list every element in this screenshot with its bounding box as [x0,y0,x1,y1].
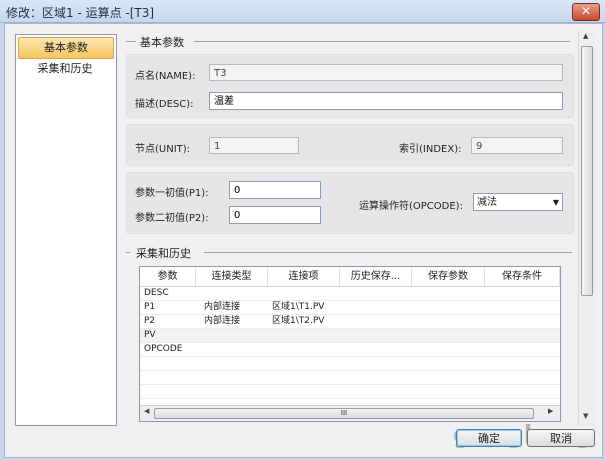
group-unit: 节点(UNIT): 1 索引(INDEX): 9 [126,124,574,166]
scroll-thumb[interactable]: III [154,408,534,419]
opcode-value: 减法 [477,197,497,208]
table-cell: 内部连接 [204,316,241,326]
index-field: 9 [471,137,563,154]
table-row[interactable]: P1 内部连接 区域1\T1.PV [140,301,560,315]
group-name: 点名(NAME): T3 描述(DESC): 温差 [126,54,574,118]
nav-item-basic[interactable]: 基本参数 [18,37,114,59]
index-label: 索引(INDEX): [399,144,462,155]
table-cell: 内部连接 [204,302,241,312]
title-bar: 修改：区域1 - 运算点 -[T3] ✕ [0,0,605,23]
property-panel: 基本参数 点名(NAME): T3 描述(DESC): 温差 节点(UNIT):… [122,30,577,426]
dropdown-arrow-icon: ▼ [552,198,559,207]
table-row[interactable]: P2 内部连接 区域1\T2.PV [140,315,560,329]
desc-label: 描述(DESC): [135,99,194,110]
p1-input[interactable]: 0 [229,181,321,199]
divider [126,252,130,253]
ok-button[interactable]: 确定 [456,429,522,447]
section-basic-title: 基本参数 [140,36,184,49]
close-icon: ✕ [580,4,592,18]
col-header[interactable]: 历史保存... [340,267,412,286]
scroll-up-icon[interactable]: ▲ [583,32,588,40]
col-header[interactable]: 保存参数 [412,267,485,286]
scroll-down-icon[interactable]: ▼ [583,412,588,420]
section-history-header: 采集和历史 [126,245,572,261]
window-title: 修改：区域1 - 运算点 -[T3] [6,6,155,20]
table-row[interactable]: PV [140,329,560,343]
table-row[interactable] [140,357,560,371]
desc-input[interactable]: 温差 [209,92,563,110]
table-row[interactable]: OPCODE [140,343,560,357]
table-row[interactable] [140,371,560,385]
opcode-select[interactable]: 减法 ▼ [473,193,563,211]
divider [126,41,136,42]
col-header[interactable]: 参数 [140,267,196,286]
table-cell: 区域1\T1.PV [272,302,325,312]
table-cell: DESC [144,288,169,298]
horizontal-scrollbar[interactable]: ◀ III ▶ [140,405,560,421]
name-field: T3 [209,64,563,81]
scroll-left-icon[interactable]: ◀ [144,407,149,415]
close-button[interactable]: ✕ [572,3,600,21]
nav-item-history[interactable]: 采集和历史 [18,59,112,79]
history-table[interactable]: 参数 连接类型 连接项 历史保存... 保存参数 保存条件 DESC P1 内部连接… [139,266,561,422]
table-row[interactable]: DESC [140,287,560,301]
table-cell: 区域1\T2.PV [272,316,325,326]
section-history-title: 采集和历史 [136,247,191,260]
table-row[interactable] [140,385,560,399]
divider [204,252,572,253]
p2-input[interactable]: 0 [229,206,321,224]
nav-list: 基本参数 采集和历史 [15,34,117,426]
table-cell: PV [144,330,156,340]
col-header[interactable]: 保存条件 [485,267,560,286]
vertical-scrollbar[interactable]: ▲ ▼ [578,30,596,426]
table-cell: P1 [144,302,156,312]
scroll-right-icon[interactable]: ▶ [548,407,553,415]
dialog-client: 基本参数 采集和历史 基本参数 点名(NAME): T3 描述(DESC): 温… [4,23,603,458]
unit-label: 节点(UNIT): [135,144,191,155]
table-cell: OPCODE [144,344,183,354]
group-params: 参数一初值(P1): 0 参数二初值(P2): 0 运算操作符(OPCODE):… [126,172,574,234]
cancel-button[interactable]: 取消 [527,429,595,447]
col-header[interactable]: 连接类型 [196,267,268,286]
col-header[interactable]: 连接项 [268,267,340,286]
unit-field: 1 [209,137,299,154]
table-header: 参数 连接类型 连接项 历史保存... 保存参数 保存条件 [140,267,560,287]
opcode-label: 运算操作符(OPCODE): [359,201,463,212]
divider [194,41,570,42]
p2-label: 参数二初值(P2): [135,213,209,224]
section-basic-header: 基本参数 [126,34,572,50]
p1-label: 参数一初值(P1): [135,188,209,199]
scroll-thumb[interactable] [581,46,593,296]
table-cell: P2 [144,316,156,326]
name-label: 点名(NAME): [135,71,196,82]
